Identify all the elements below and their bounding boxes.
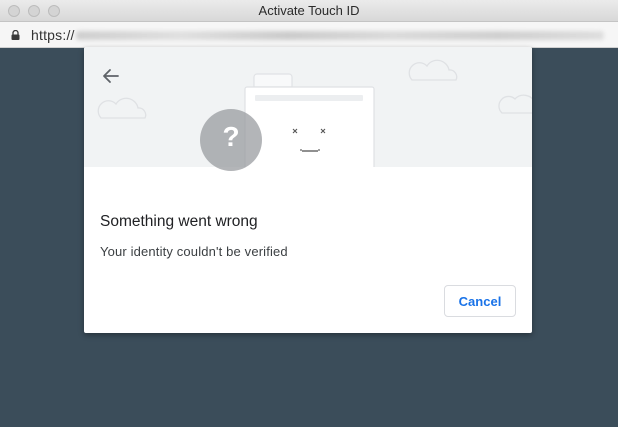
url-text[interactable]: https://: [31, 27, 75, 43]
back-arrow-icon: [103, 69, 119, 83]
dialog-message: Your identity couldn't be verified: [100, 244, 288, 259]
error-dialog: ? Something went wrong Your identity cou…: [84, 47, 532, 333]
window-title: Activate Touch ID: [258, 3, 360, 18]
question-mark-glyph: ?: [222, 121, 240, 152]
cloud-icon: [498, 94, 532, 114]
cloud-icon: [408, 59, 458, 81]
question-mark-icon: ?: [200, 109, 262, 171]
back-button[interactable]: [98, 63, 124, 89]
title-bar: Activate Touch ID: [0, 0, 618, 22]
error-illustration: [84, 47, 532, 182]
illustration-graphic: [97, 59, 532, 182]
lock-icon: [11, 30, 20, 40]
cloud-icon: [97, 97, 147, 119]
dialog-title: Something went wrong: [100, 213, 258, 230]
address-bar[interactable]: https://: [0, 22, 618, 48]
document-icon: [244, 73, 375, 182]
cancel-button[interactable]: Cancel: [444, 285, 516, 317]
browser-window: Activate Touch ID https:// ? Something w…: [0, 0, 618, 427]
redacted-url: [76, 31, 604, 40]
